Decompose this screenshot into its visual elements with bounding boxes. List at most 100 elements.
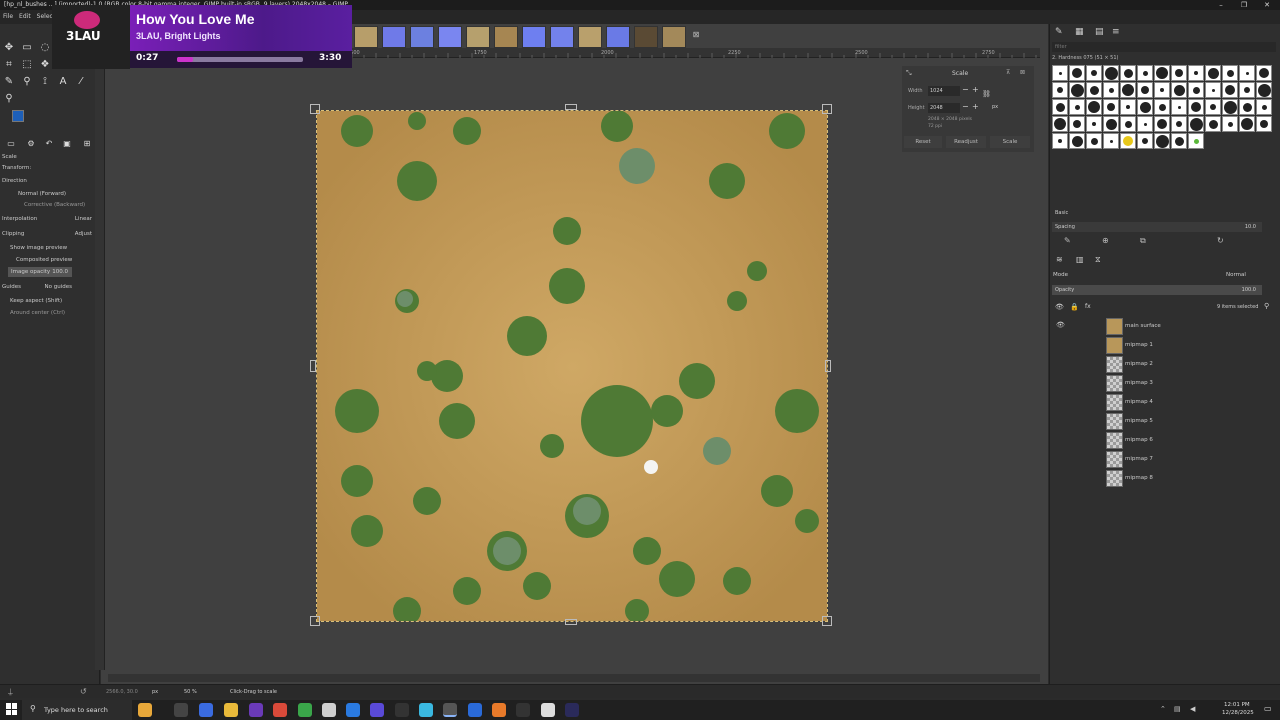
brush-swatch[interactable] — [1069, 82, 1085, 98]
app-icon[interactable] — [516, 703, 530, 717]
zoom-tool-icon[interactable]: ⚲ — [2, 91, 16, 105]
duplicate-brush-icon[interactable]: ⧉ — [1140, 236, 1146, 246]
scale-handle-bottom-left[interactable] — [310, 616, 320, 626]
notepad-icon[interactable] — [322, 703, 336, 717]
brush-swatch[interactable] — [1052, 99, 1068, 115]
brush-swatch[interactable] — [1069, 99, 1085, 115]
image-tab-thumbnail[interactable] — [578, 26, 602, 48]
image-tab-thumbnail[interactable] — [438, 26, 462, 48]
brush-swatch[interactable] — [1171, 65, 1187, 81]
windows-start-icon[interactable] — [6, 703, 18, 715]
notifications-icon[interactable]: ▭ — [1264, 704, 1272, 713]
app-icon[interactable] — [565, 703, 579, 717]
warp-tool-icon[interactable]: ❖ — [38, 57, 52, 71]
layer-row[interactable]: mipmap 8 — [1052, 469, 1278, 488]
taskbar-search[interactable]: ⚲ Type here to search — [22, 700, 132, 720]
fx-icon[interactable]: fx — [1085, 303, 1091, 310]
reset-view-icon[interactable]: ↺ — [80, 687, 87, 696]
width-decrement[interactable]: − — [962, 85, 969, 94]
maximize-button[interactable]: ❐ — [1233, 0, 1255, 10]
brush-swatch[interactable] — [1188, 133, 1204, 149]
fonts-tab-icon[interactable]: ▤ — [1095, 27, 1104, 37]
xbox-icon[interactable] — [298, 703, 312, 717]
device-status-tab-icon[interactable]: ⚙ — [24, 136, 38, 150]
brush-swatch[interactable] — [1154, 133, 1170, 149]
brush-swatch[interactable] — [1086, 65, 1102, 81]
brush-swatch[interactable] — [1086, 99, 1102, 115]
network-icon[interactable]: ▤ — [1174, 705, 1181, 713]
height-increment[interactable]: + — [972, 102, 979, 111]
progress-track[interactable] — [177, 57, 303, 62]
brush-swatch[interactable] — [1205, 82, 1221, 98]
brush-swatch[interactable] — [1069, 133, 1085, 149]
menu-edit[interactable]: Edit — [16, 10, 34, 24]
image-tab-thumbnail[interactable] — [522, 26, 546, 48]
lock-icon[interactable]: 🔒 — [1070, 303, 1079, 311]
brush-swatch[interactable] — [1137, 82, 1153, 98]
tab-menu-icon[interactable]: ⊞ — [80, 136, 94, 150]
mode-select[interactable]: Normal — [1226, 272, 1246, 278]
brush-filter-input[interactable]: filter — [1052, 42, 1276, 52]
layer-row[interactable]: mipmap 7 — [1052, 450, 1278, 469]
scale-handle-top-left[interactable] — [310, 104, 320, 114]
height-input[interactable]: 2048 — [928, 103, 960, 113]
brush-swatch[interactable] — [1103, 82, 1119, 98]
paths-tab-icon[interactable]: ⧖ — [1095, 255, 1101, 265]
layer-row[interactable]: mipmap 6 — [1052, 431, 1278, 450]
brushes-tab-icon[interactable]: ✎ — [1055, 27, 1063, 37]
document-history-tab-icon[interactable]: ≡ — [1112, 27, 1120, 37]
brush-swatch[interactable] — [1188, 82, 1204, 98]
brush-swatch[interactable] — [1256, 116, 1272, 132]
tray-chevron-icon[interactable]: ⌃ — [1160, 705, 1166, 713]
app-icon[interactable] — [492, 703, 506, 717]
move-tool-icon[interactable]: ✥ — [2, 40, 16, 54]
app-icon[interactable] — [468, 703, 482, 717]
brush-swatch[interactable] — [1120, 116, 1136, 132]
brush-swatch[interactable] — [1103, 99, 1119, 115]
foreground-color-swatch[interactable] — [12, 110, 24, 122]
opacity-slider[interactable]: Opacity 100.0 — [1052, 285, 1262, 295]
refresh-brushes-icon[interactable]: ↻ — [1217, 236, 1224, 245]
brush-swatch[interactable] — [1222, 99, 1238, 115]
brush-swatch[interactable] — [1137, 99, 1153, 115]
lasso-tool-icon[interactable]: ◌ — [38, 40, 52, 54]
image-tab-thumbnail[interactable] — [662, 26, 686, 48]
app-icon[interactable] — [419, 703, 433, 717]
brush-swatch[interactable] — [1154, 99, 1170, 115]
app-icon[interactable] — [370, 703, 384, 717]
layer-row[interactable]: mipmap 1 — [1052, 336, 1278, 355]
horizontal-scrollbar[interactable] — [108, 674, 1040, 682]
image-tab-thumbnail[interactable] — [410, 26, 434, 48]
brush-swatch[interactable] — [1154, 116, 1170, 132]
search-icon[interactable]: ⚲ — [1264, 302, 1269, 310]
brush-swatch[interactable] — [1171, 99, 1187, 115]
path-tool-icon[interactable]: ⟟ — [38, 74, 52, 88]
brush-swatch[interactable] — [1239, 116, 1255, 132]
brush-swatch[interactable] — [1154, 82, 1170, 98]
menu-file[interactable]: File — [0, 10, 16, 24]
quick-mask-icon[interactable]: ⍊ — [8, 687, 13, 697]
direction-corrective-radio[interactable]: Corrective (Backward) — [2, 200, 96, 210]
show-preview-checkbox[interactable]: Show image preview — [2, 243, 96, 253]
new-brush-icon[interactable]: ⊕ — [1102, 236, 1109, 245]
close-button[interactable]: ✕ — [1256, 0, 1278, 10]
clock-time[interactable]: 12:01 PM — [1224, 702, 1250, 708]
dialog-pin-icon[interactable]: ⊼ — [1006, 69, 1010, 76]
brush-swatch[interactable] — [1222, 116, 1238, 132]
brush-swatch[interactable] — [1052, 82, 1068, 98]
interpolation-row[interactable]: Interpolation Linear — [2, 214, 96, 224]
text-tool-icon[interactable]: A — [56, 74, 70, 88]
image-tab-thumbnail[interactable] — [494, 26, 518, 48]
rect-select-tool-icon[interactable]: ▭ — [20, 40, 34, 54]
scale-handle-bottom[interactable] — [565, 619, 577, 625]
image-tab-thumbnail[interactable] — [550, 26, 574, 48]
gimp-icon[interactable] — [443, 703, 457, 717]
guides-value[interactable]: No guides — [45, 282, 72, 292]
brush-swatch[interactable] — [1239, 65, 1255, 81]
brush-swatch[interactable] — [1069, 65, 1085, 81]
brush-swatch[interactable] — [1188, 116, 1204, 132]
brush-swatch[interactable] — [1239, 82, 1255, 98]
unit-select[interactable]: px — [152, 689, 158, 695]
brush-swatch[interactable] — [1052, 133, 1068, 149]
layers-tab-icon[interactable]: ≋ — [1056, 255, 1063, 264]
